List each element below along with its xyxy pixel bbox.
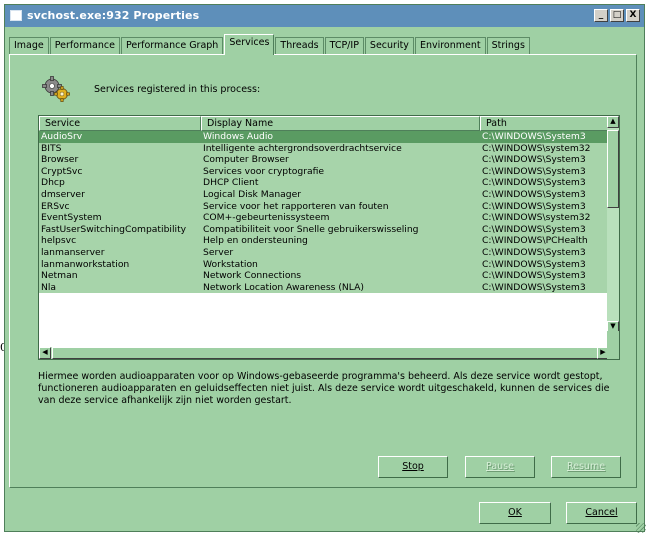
stop-button[interactable]: Stop <box>378 456 448 478</box>
service-cell: dmserver <box>41 188 85 200</box>
display-name-cell: Services voor cryptografie <box>203 165 325 177</box>
table-row[interactable]: Browser Computer Browser C:\WINDOWS\System… <box>39 154 609 166</box>
display-name-cell: Windows Audio <box>203 131 274 142</box>
path-cell: C:\WINDOWS\system32 <box>482 142 591 154</box>
display-name-cell: Compatibiliteit voor Snelle gebruikerswi… <box>203 223 419 235</box>
column-header-path[interactable]: Path <box>480 116 609 131</box>
display-name-cell: Computer Browser <box>203 154 289 166</box>
display-name-cell: Workstation <box>203 258 258 270</box>
table-row[interactable]: lanmanworkstation Workstation C:\WINDOWS\S… <box>39 258 609 271</box>
path-cell: C:\WINDOWS\System3 <box>482 200 586 212</box>
service-cell: CryptSvc <box>41 165 83 177</box>
vertical-scroll-thumb[interactable] <box>607 130 619 208</box>
table-row[interactable]: helpsvc Help en ondersteuning C:\WINDOWS\P… <box>39 235 609 247</box>
display-name-cell: DHCP Client <box>203 177 259 189</box>
cancel-label: Cancel <box>585 507 618 518</box>
display-name-cell: Server <box>203 246 234 258</box>
path-cell: C:\WINDOWS\System3 <box>482 188 586 200</box>
table-row[interactable]: BITS Intelligente achtergrondsoverdrachts… <box>39 142 609 155</box>
scroll-up-arrow-icon[interactable]: ▲ <box>607 116 619 128</box>
resume-button[interactable]: Resume <box>551 456 621 478</box>
minimize-button[interactable]: _ <box>594 9 608 22</box>
table-row[interactable]: EventSystem COM+-gebeurtenissysteem C:\WIN… <box>39 212 609 224</box>
service-cell: Netman <box>41 270 78 282</box>
path-cell: C:\WINDOWS\System3 <box>482 165 586 177</box>
tab-performance[interactable]: Performance <box>49 37 120 54</box>
vertical-scrollbar[interactable]: ▲ ▼ <box>607 116 619 333</box>
table-row[interactable]: FastUserSwitchingCompatibility Compatibil… <box>39 223 609 236</box>
service-cell: EventSystem <box>41 212 102 224</box>
path-cell: C:\WINDOWS\System3 <box>482 270 586 282</box>
scroll-left-arrow-icon[interactable]: ◀ <box>39 347 51 359</box>
service-cell: AudioSrv <box>41 131 83 142</box>
tab-image[interactable]: Image <box>9 37 49 54</box>
service-cell: Dhcp <box>41 177 65 189</box>
service-cell: lanmanworkstation <box>41 258 130 270</box>
service-cell: Nla <box>41 281 57 293</box>
display-name-cell: Logical Disk Manager <box>203 188 302 200</box>
tab-threads[interactable]: Threads <box>275 37 324 54</box>
scrollbar-corner <box>607 331 619 359</box>
path-cell: C:\WINDOWS\system32 <box>482 212 591 224</box>
pause-label: Pause <box>486 461 514 472</box>
table-row[interactable]: dmserver Logical Disk Manager C:\WINDOWS\S… <box>39 188 609 201</box>
services-list[interactable]: Service Display Name Path AudioSrv Window… <box>38 115 620 360</box>
list-header: Service Display Name Path <box>39 116 609 131</box>
service-description: Hiermee worden audioapparaten voor op Wi… <box>38 371 610 406</box>
cancel-button[interactable]: Cancel <box>566 502 637 524</box>
tab-performance-graph[interactable]: Performance Graph <box>120 37 224 54</box>
horizontal-scroll-thumb[interactable] <box>52 347 599 359</box>
tab-strip: Image Performance Performance Graph Serv… <box>9 34 531 55</box>
table-row[interactable]: Netman Network Connections C:\WINDOWS\Syst… <box>39 270 609 282</box>
horizontal-scrollbar[interactable]: ◀ ▶ <box>39 347 609 359</box>
path-cell: C:\WINDOWS\System3 <box>482 281 586 293</box>
service-cell: Browser <box>41 154 79 166</box>
path-cell: C:\WINDOWS\System3 <box>482 177 586 189</box>
list-rows: AudioSrv Windows Audio C:\WINDOWS\System3 B… <box>39 131 609 294</box>
ok-button[interactable]: OK <box>479 502 551 524</box>
window-icon <box>10 10 22 21</box>
resume-label: Resume <box>566 461 606 472</box>
column-header-service[interactable]: Service <box>39 116 201 131</box>
tab-strings[interactable]: Strings <box>486 37 530 54</box>
service-cell: lanmanserver <box>41 246 105 258</box>
pause-button[interactable]: Pause <box>465 456 535 478</box>
display-name-cell: COM+-gebeurtenissysteem <box>203 212 330 224</box>
display-name-cell: Intelligente achtergrondsoverdrachtservi… <box>203 142 402 154</box>
table-row[interactable]: CryptSvc Services voor cryptografie C:\WIN… <box>39 165 609 178</box>
tab-security[interactable]: Security <box>364 37 414 54</box>
tab-services[interactable]: Services <box>224 34 275 55</box>
close-button[interactable]: X <box>626 9 640 22</box>
resize-grip-icon[interactable] <box>636 523 646 533</box>
table-row[interactable]: AudioSrv Windows Audio C:\WINDOWS\System3 <box>39 131 609 143</box>
path-cell: C:\WINDOWS\System3 <box>482 223 586 235</box>
tab-environment[interactable]: Environment <box>414 37 486 54</box>
table-row[interactable]: ERSvc Service voor het rapporteren van fo… <box>39 200 609 213</box>
maximize-button[interactable]: □ <box>610 9 624 22</box>
stop-label: Stop <box>402 461 424 472</box>
service-cell: BITS <box>41 142 62 154</box>
service-cell: FastUserSwitchingCompatibility <box>41 223 187 235</box>
table-row[interactable]: Dhcp DHCP Client C:\WINDOWS\System3 <box>39 177 609 189</box>
path-cell: C:\WINDOWS\System3 <box>482 131 586 142</box>
table-row[interactable]: Nla Network Location Awareness (NLA) C:\WI… <box>39 281 609 294</box>
display-name-cell: Network Connections <box>203 270 302 282</box>
path-cell: C:\WINDOWS\PCHealth <box>482 235 588 247</box>
path-cell: C:\WINDOWS\System3 <box>482 154 586 166</box>
ok-label: OK <box>508 507 522 518</box>
path-cell: C:\WINDOWS\System3 <box>482 246 586 258</box>
display-name-cell: Help en ondersteuning <box>203 235 308 247</box>
window-title: svchost.exe:932 Properties <box>27 9 200 22</box>
gears-icon <box>42 76 70 102</box>
path-cell: C:\WINDOWS\System3 <box>482 258 586 270</box>
display-name-cell: Network Location Awareness (NLA) <box>203 281 364 293</box>
table-row[interactable]: lanmanserver Server C:\WINDOWS\System3 <box>39 246 609 259</box>
tab-tcpip[interactable]: TCP/IP <box>324 37 364 54</box>
services-registered-label: Services registered in this process: <box>94 84 261 95</box>
service-cell: helpsvc <box>41 235 77 247</box>
column-header-display-name[interactable]: Display Name <box>201 116 480 131</box>
title-bar[interactable]: svchost.exe:932 Properties _ □ X <box>5 5 644 27</box>
service-cell: ERSvc <box>41 200 70 212</box>
display-name-cell: Service voor het rapporteren van fouten <box>203 200 389 212</box>
